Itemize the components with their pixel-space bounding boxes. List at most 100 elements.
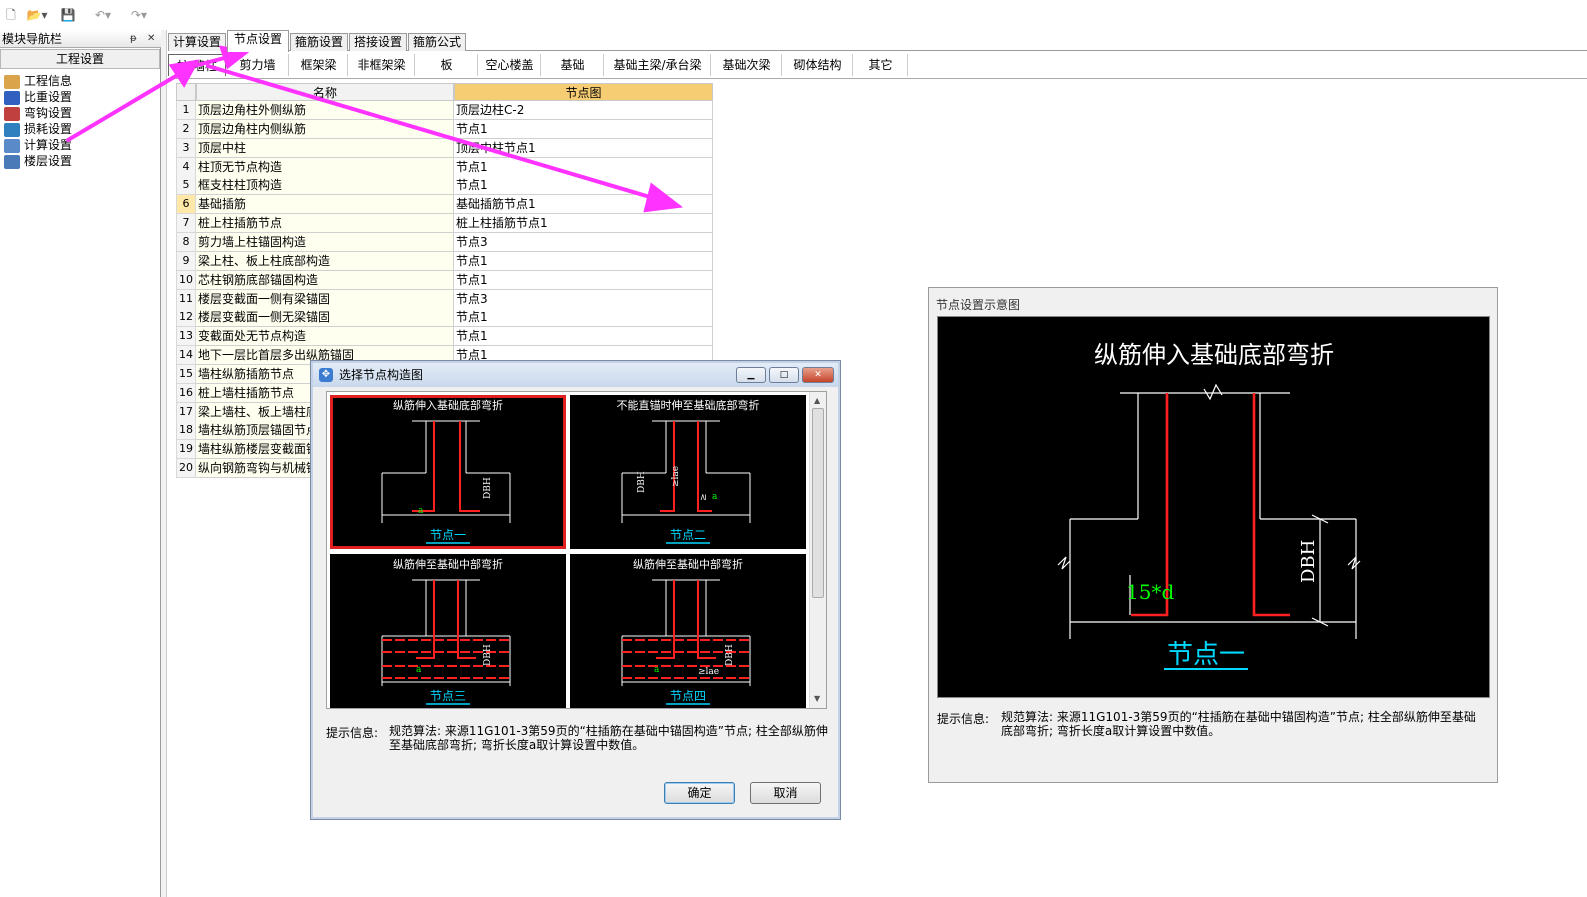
nav-item-label: 损耗设置 bbox=[24, 122, 73, 136]
table-row[interactable]: 5 框支柱柱顶构造 节点1 bbox=[176, 176, 713, 196]
new-file-icon[interactable]: 🗋 bbox=[4, 6, 18, 24]
table-row[interactable]: 8 剪力墙上柱锚固构造 节点3 bbox=[176, 232, 713, 252]
cell-node[interactable]: 节点3 bbox=[454, 289, 713, 309]
nav-item-label: 弯钩设置 bbox=[24, 106, 73, 120]
cell-node[interactable]: 节点1 bbox=[454, 270, 713, 290]
cell-node[interactable]: 节点1 bbox=[454, 157, 713, 177]
table-row[interactable]: 7 桩上柱插筋节点 桩上柱插筋节点1 bbox=[176, 214, 713, 234]
cell-node[interactable]: 基础插筋节点1 bbox=[454, 195, 713, 215]
subtab-10[interactable]: 其它 bbox=[854, 54, 908, 76]
undo-icon[interactable]: ↶▾ bbox=[88, 6, 118, 24]
nav-item-4[interactable]: 计算设置 bbox=[4, 137, 72, 153]
thumb-title: 纵筋伸至基础中部弯折 bbox=[393, 557, 503, 571]
thumb-outline bbox=[381, 420, 511, 523]
dialog-hint-text: 规范算法: 来源11G101-3第59页的“柱插筋在基础中锚固构造”节点; 柱全… bbox=[389, 724, 828, 752]
column-header-node[interactable]: 节点图 bbox=[454, 83, 713, 101]
cell-node[interactable]: 节点1 bbox=[454, 119, 713, 139]
scroll-up-icon[interactable]: ▲ bbox=[814, 396, 820, 405]
table-row[interactable]: 1 顶层边角柱外侧纵筋 顶层边柱C-2 bbox=[176, 101, 713, 120]
cell-num: 10 bbox=[176, 270, 196, 290]
thumbnail-scrollbar[interactable]: ▲ ▼ bbox=[809, 392, 826, 708]
preview-canvas: 纵筋伸入基础底部弯折 15*d DBH 节点一 bbox=[937, 316, 1490, 698]
subtab-1[interactable]: 剪力墙 bbox=[227, 54, 289, 76]
subtab-7[interactable]: 基础主梁/承台梁 bbox=[605, 54, 711, 76]
tab-4[interactable]: 箍筋公式 bbox=[408, 33, 466, 51]
cell-node[interactable]: 顶层中柱节点1 bbox=[454, 138, 713, 158]
cell-name: 桩上柱插筋节点 bbox=[196, 214, 454, 234]
thumb-caption: 节点一 bbox=[430, 528, 466, 542]
cell-node[interactable]: 节点1 bbox=[454, 308, 713, 328]
open-file-icon[interactable]: 📂▾ bbox=[24, 6, 50, 24]
thumb-dim-label: a bbox=[418, 506, 424, 516]
subtab-8[interactable]: 基础次梁 bbox=[712, 54, 782, 76]
subtab-4[interactable]: 板 bbox=[416, 54, 478, 76]
subtab-9[interactable]: 砌体结构 bbox=[783, 54, 853, 76]
cell-node[interactable]: 节点1 bbox=[454, 176, 713, 196]
ok-button[interactable]: 确定 bbox=[664, 782, 735, 804]
tab-0[interactable]: 计算设置 bbox=[168, 33, 226, 51]
nav-item-0[interactable]: 工程信息 bbox=[4, 73, 72, 89]
navigator-tab-project-settings[interactable]: 工程设置 bbox=[0, 49, 160, 69]
dialog-titlebar[interactable]: ✥ 选择节点构造图 ▁ □ ✕ bbox=[313, 363, 838, 387]
column-header-name[interactable]: 名称 bbox=[196, 83, 454, 101]
node-thumb-4[interactable]: 纵筋伸至基础中部弯折 节点四 a ≥lae DBH bbox=[570, 554, 806, 708]
close-button[interactable]: ✕ bbox=[802, 367, 834, 383]
thumb-dim-label: DBH bbox=[725, 644, 735, 666]
save-icon[interactable]: 💾 bbox=[60, 6, 76, 24]
subtab-6[interactable]: 基础 bbox=[542, 54, 604, 76]
table-row[interactable]: 6 基础插筋 基础插筋节点1 bbox=[176, 195, 713, 215]
navigator-title-text: 模块导航栏 bbox=[2, 32, 63, 46]
node-thumb-1[interactable]: 纵筋伸入基础底部弯折 节点一 a DBH bbox=[330, 395, 566, 549]
nav-item-1[interactable]: 比重设置 bbox=[4, 89, 72, 105]
cell-node[interactable]: 节点1 bbox=[454, 327, 713, 347]
preview-heading: 纵筋伸入基础底部弯折 bbox=[1094, 341, 1334, 369]
minimize-button[interactable]: ▁ bbox=[736, 367, 766, 383]
subtab-0[interactable]: 柱/墙柱 bbox=[168, 54, 226, 76]
table-row[interactable]: 3 顶层中柱 顶层中柱节点1 bbox=[176, 138, 713, 158]
cell-num: 7 bbox=[176, 214, 196, 234]
cancel-button[interactable]: 取消 bbox=[750, 782, 821, 804]
table-row[interactable]: 11 楼层变截面一侧有梁锚固 节点3 bbox=[176, 289, 713, 309]
cell-node[interactable]: 节点3 bbox=[454, 232, 713, 252]
node-thumb-3[interactable]: 纵筋伸至基础中部弯折 节点三 a DBH bbox=[330, 554, 566, 708]
tab-2[interactable]: 箍筋设置 bbox=[290, 33, 348, 51]
thumb-outline bbox=[621, 579, 751, 686]
scroll-down-icon[interactable]: ▼ bbox=[814, 694, 820, 703]
table-row[interactable]: 12 楼层变截面一侧无梁锚固 节点1 bbox=[176, 308, 713, 328]
redo-icon[interactable]: ↷▾ bbox=[124, 6, 154, 24]
subtab-2[interactable]: 框架梁 bbox=[290, 54, 348, 76]
cell-name: 变截面处无节点构造 bbox=[196, 327, 454, 347]
subtab-3[interactable]: 非框架梁 bbox=[349, 54, 415, 76]
table-row[interactable]: 10 芯柱钢筋底部锚固构造 节点1 bbox=[176, 270, 713, 290]
nav-item-3[interactable]: 损耗设置 bbox=[4, 121, 72, 137]
nav-item-label: 比重设置 bbox=[24, 90, 73, 104]
hook-icon bbox=[4, 106, 20, 121]
table-row[interactable]: 2 顶层边角柱内侧纵筋 节点1 bbox=[176, 119, 713, 139]
preview-drawing: 纵筋伸入基础底部弯折 15*d DBH 节点一 bbox=[1057, 341, 1361, 670]
table-row[interactable]: 13 变截面处无节点构造 节点1 bbox=[176, 327, 713, 347]
cell-num: 15 bbox=[176, 364, 196, 384]
table-row[interactable]: 4 柱顶无节点构造 节点1 bbox=[176, 157, 713, 177]
dialog-hint-label: 提示信息: bbox=[326, 726, 379, 740]
scroll-thumb[interactable] bbox=[812, 408, 824, 598]
cell-name: 框支柱柱顶构造 bbox=[196, 176, 454, 196]
cell-node[interactable]: 顶层边柱C-2 bbox=[454, 101, 713, 120]
node-thumb-2[interactable]: 不能直锚时伸至基础底部弯折 节点二 DBH ≥lae a ≥ bbox=[570, 395, 806, 549]
nav-item-5[interactable]: 楼层设置 bbox=[4, 153, 72, 169]
cell-node[interactable]: 桩上柱插筋节点1 bbox=[454, 214, 713, 234]
table-row[interactable]: 9 梁上柱、板上柱底部构造 节点1 bbox=[176, 251, 713, 271]
cell-node[interactable]: 节点1 bbox=[454, 251, 713, 271]
nav-item-2[interactable]: 弯钩设置 bbox=[4, 105, 72, 121]
preview-dim-dbh: DBH bbox=[1298, 540, 1319, 583]
tab-1[interactable]: 节点设置 bbox=[227, 30, 289, 52]
navigator-splitter[interactable] bbox=[161, 30, 167, 897]
maximize-button[interactable]: □ bbox=[769, 367, 799, 383]
tab-3[interactable]: 搭接设置 bbox=[349, 33, 407, 51]
dialog-title: 选择节点构造图 bbox=[339, 368, 424, 382]
pin-icon[interactable]: ᵽ bbox=[130, 32, 137, 46]
close-icon[interactable]: ✕ bbox=[147, 32, 155, 46]
thumb-drawing: 纵筋伸入基础底部弯折节点一 a DBH bbox=[381, 398, 511, 544]
settings-tabs: 计算设置 节点设置 箍筋设置 搭接设置 箍筋公式 bbox=[168, 30, 1587, 52]
subtab-5[interactable]: 空心楼盖 bbox=[479, 54, 541, 76]
preview-hint-text: 规范算法: 来源11G101-3第59页的“柱插筋在基础中锚固构造”节点; 柱全… bbox=[1001, 710, 1476, 738]
